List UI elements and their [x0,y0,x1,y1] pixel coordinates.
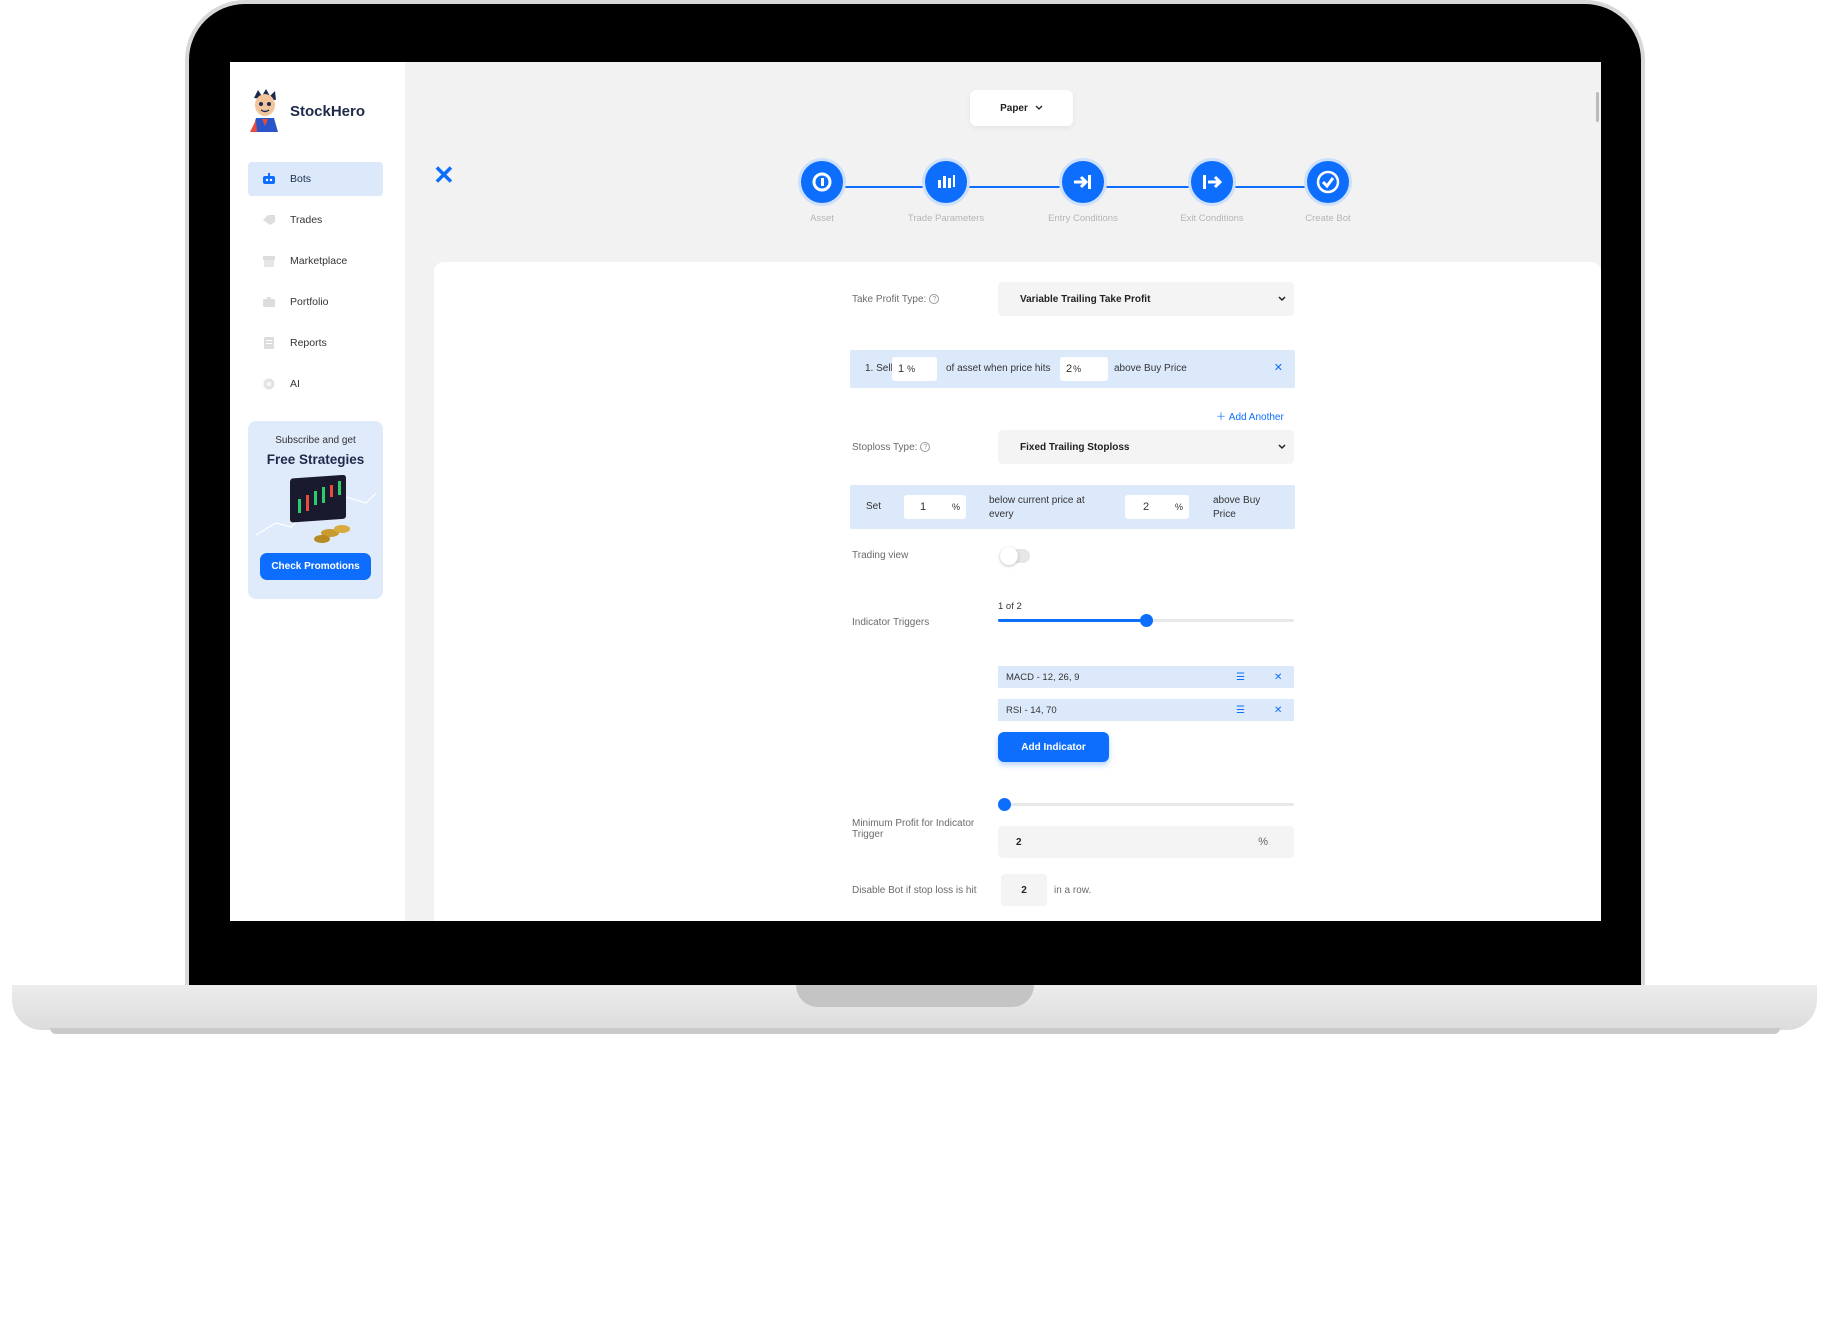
sidebar-item-label: AI [290,378,300,390]
slider-handle[interactable] [1140,614,1153,627]
stoploss-row-suffix: above Buy Price [1213,495,1261,520]
take-profit-type-value: Variable Trailing Take Profit [1020,293,1151,305]
settings-sliders-icon[interactable]: ☰ [1236,672,1245,683]
laptop-notch [796,985,1034,1007]
settings-sliders-icon[interactable]: ☰ [1236,705,1245,716]
sidebar-item-portfolio[interactable]: Portfolio [248,285,383,319]
stoploss-label: Stoploss Type:? [852,442,931,453]
asset-icon [798,158,846,206]
indicator-row: MACD - 12, 26, 9 ☰ ✕ [998,666,1294,688]
take-profit-row: 1. Sell 1% of asset when price hits 2% a… [850,350,1295,388]
step-exit-conditions[interactable]: Exit Conditions [1167,158,1257,226]
slider-fill [998,619,1146,622]
sidebar-item-ai[interactable]: AI [248,367,383,401]
check-icon [1304,158,1352,206]
add-another-link[interactable]: ＋ Add Another [1216,408,1284,423]
entry-icon [1059,158,1107,206]
take-profit-type-select[interactable]: Variable Trailing Take Profit [998,282,1294,316]
stoploss-row-mid: below current price at every [989,495,1085,520]
form-card: Take Profit Type:? Variable Trailing Tak… [434,262,1601,921]
chevron-down-icon [1278,442,1286,453]
sidebar-nav: Bots Trades Marketplace Portfolio Report… [248,162,383,408]
help-icon[interactable]: ? [929,294,940,305]
step-entry-conditions[interactable]: Entry Conditions [1038,158,1128,226]
stoploss-row-prefix: Set [866,501,882,512]
help-icon[interactable]: ? [920,442,931,453]
slider-handle[interactable] [998,798,1011,811]
close-icon[interactable]: ✕ [1274,705,1282,716]
disable-bot-count-input[interactable]: 2 [1001,874,1047,906]
store-icon [262,255,276,267]
sidebar-item-reports[interactable]: Reports [248,326,383,360]
indicator-row: RSI - 14, 70 ☰ ✕ [998,699,1294,721]
tag-icon [262,214,276,226]
sidebar-item-bots[interactable]: Bots [248,162,383,196]
app-name: StockHero [290,102,366,120]
mode-dropdown[interactable]: Paper [970,90,1073,126]
min-profit-input[interactable]: 2 % [998,826,1294,858]
scrollbar-thumb[interactable] [1596,92,1599,122]
exit-icon [1188,158,1236,206]
report-icon [262,337,276,349]
close-icon[interactable]: ✕ [1274,672,1282,683]
take-profit-row-suffix: above Buy Price [1114,363,1187,374]
min-profit-label: Minimum Profit for Indicator Trigger [852,818,975,840]
stoploss-row: Set 1% below current price at every 2% a… [850,485,1295,529]
chevron-down-icon [1035,103,1043,114]
indicator-count-text: 1 of 2 [998,601,1022,612]
slider-track [998,803,1294,806]
mode-dropdown-value: Paper [1000,102,1028,114]
sidebar-item-label: Portfolio [290,296,329,308]
close-icon[interactable]: ✕ [433,162,455,188]
candles-icon [922,158,970,206]
step-label: Asset [810,213,834,224]
step-label: Entry Conditions [1048,213,1118,224]
sidebar-item-trades[interactable]: Trades [248,203,383,237]
take-profit-label: Take Profit Type:? [852,294,940,305]
indicator-name: MACD - 12, 26, 9 [1006,671,1080,683]
sidebar-item-label: Reports [290,337,327,349]
add-indicator-button[interactable]: Add Indicator [998,732,1109,762]
sidebar-item-label: Bots [290,173,312,185]
promo-subtitle: Subscribe and get [275,435,356,446]
robot-icon [262,173,276,185]
promo-card: Subscribe and get Free Strategies Check … [248,421,383,599]
disable-bot-suffix: in a row. [1054,885,1092,896]
indicator-triggers-label: Indicator Triggers [852,617,930,628]
stockhero-mascot-icon [248,88,282,134]
check-promotions-button[interactable]: Check Promotions [260,553,371,580]
plus-icon: ＋ [1216,412,1226,423]
chevron-down-icon [1278,294,1286,305]
sidebar-item-label: Marketplace [290,255,348,267]
step-label: Create Bot [1305,213,1351,224]
sidebar-item-label: Trades [290,214,323,226]
laptop-foot [50,1028,1780,1034]
indicator-name: RSI - 14, 70 [1006,704,1057,716]
promo-title: Free Strategies [266,452,365,467]
remove-row-icon[interactable]: ✕ [1274,361,1283,374]
sell-percent-input[interactable]: 1% [892,357,937,381]
trading-view-toggle[interactable] [1000,547,1030,565]
stoploss-percent-input[interactable]: 1% [904,495,966,519]
step-label: Exit Conditions [1180,213,1244,224]
stoploss-every-input[interactable]: 2% [1125,495,1189,519]
briefcase-icon [262,296,276,308]
disable-bot-label: Disable Bot if stop loss is hit [852,885,977,896]
stoploss-type-select[interactable]: Fixed Trailing Stoploss [998,430,1294,464]
step-trade-parameters[interactable]: Trade Parameters [901,158,991,226]
sidebar: StockHero Bots Trades Marketplace Portfo… [230,62,405,921]
sidebar-item-marketplace[interactable]: Marketplace [248,244,383,278]
stoploss-type-value: Fixed Trailing Stoploss [1020,441,1130,453]
app-screen: StockHero Bots Trades Marketplace Portfo… [230,62,1601,921]
ai-icon [262,378,276,390]
step-asset[interactable]: Asset [777,158,867,226]
app-logo[interactable]: StockHero [248,88,365,134]
trading-view-label: Trading view [852,550,909,561]
take-profit-row-prefix: 1. Sell [865,363,893,374]
step-create-bot[interactable]: Create Bot [1283,158,1373,226]
take-profit-row-mid: of asset when price hits [946,363,1051,374]
hit-percent-input[interactable]: 2% [1060,357,1108,381]
step-label: Trade Parameters [907,213,985,224]
trading-chart-illustration [255,474,376,547]
